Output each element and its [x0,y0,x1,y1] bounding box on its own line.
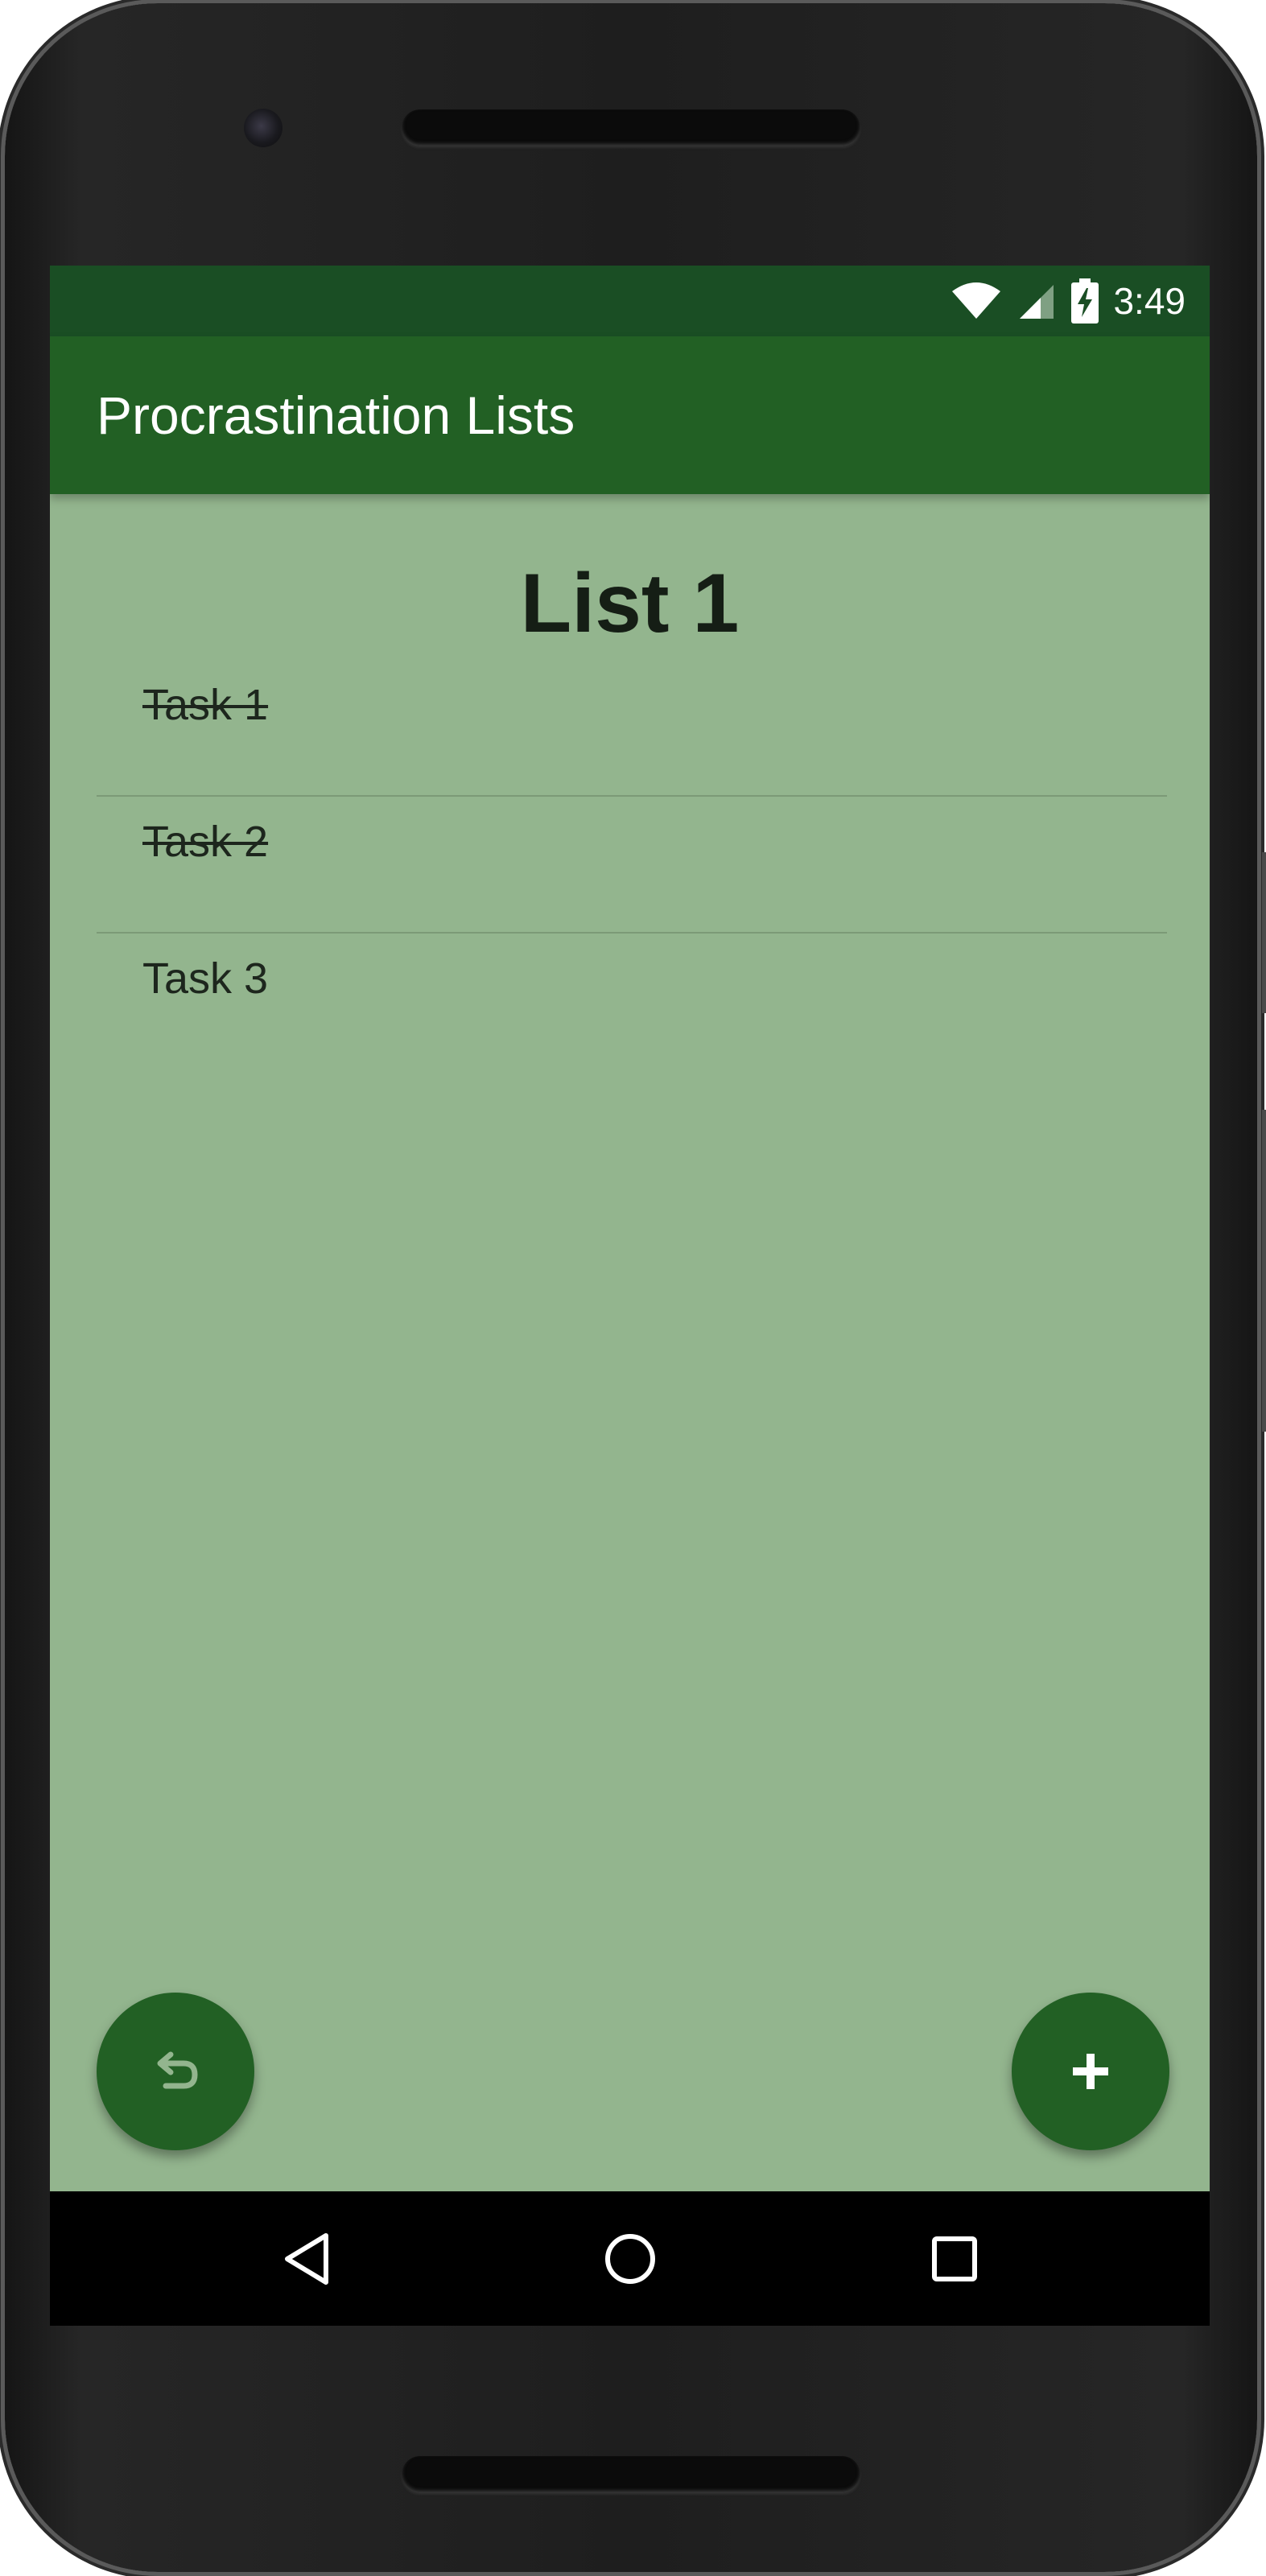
screen: 3:49 Procrastination Lists List 1 Task 1… [50,266,1210,2326]
front-camera [244,109,282,147]
volume-button [1262,852,1266,1013]
add-task-button[interactable] [1012,1993,1169,2150]
task-item[interactable]: Task 3 [97,934,1167,1070]
power-button [1262,1110,1266,1432]
app-title: Procrastination Lists [97,385,575,445]
phone-frame: 3:49 Procrastination Lists List 1 Task 1… [5,3,1266,2572]
list-title: List 1 [520,557,740,650]
back-icon [284,2232,328,2285]
bottom-speaker [402,2456,860,2493]
task-list: Task 1 Task 2 Task 3 [97,660,1167,1070]
top-speaker [402,109,860,146]
battery-charging-icon [1071,278,1099,324]
status-bar: 3:49 [50,266,1210,336]
undo-icon [157,2051,198,2089]
back-button[interactable] [239,2191,373,2326]
recents-button[interactable] [887,2191,1021,2326]
wifi-icon [952,282,1001,319]
status-clock: 3:49 [1113,280,1186,322]
status-icons: 3:49 [951,266,1186,336]
app-bar: Procrastination Lists [50,336,1210,494]
home-button[interactable] [563,2191,697,2326]
recents-icon [931,2236,977,2281]
home-icon [604,2233,655,2284]
task-label: Task 2 [142,818,269,866]
navigation-bar [50,2191,1210,2326]
task-label: Task 3 [142,954,269,1003]
undo-button[interactable] [97,1993,254,2150]
cell-signal-icon [1020,285,1054,319]
task-item[interactable]: Task 2 [97,797,1167,934]
plus-icon [1073,2054,1108,2089]
task-item[interactable]: Task 1 [97,660,1167,797]
task-label: Task 1 [142,681,269,729]
